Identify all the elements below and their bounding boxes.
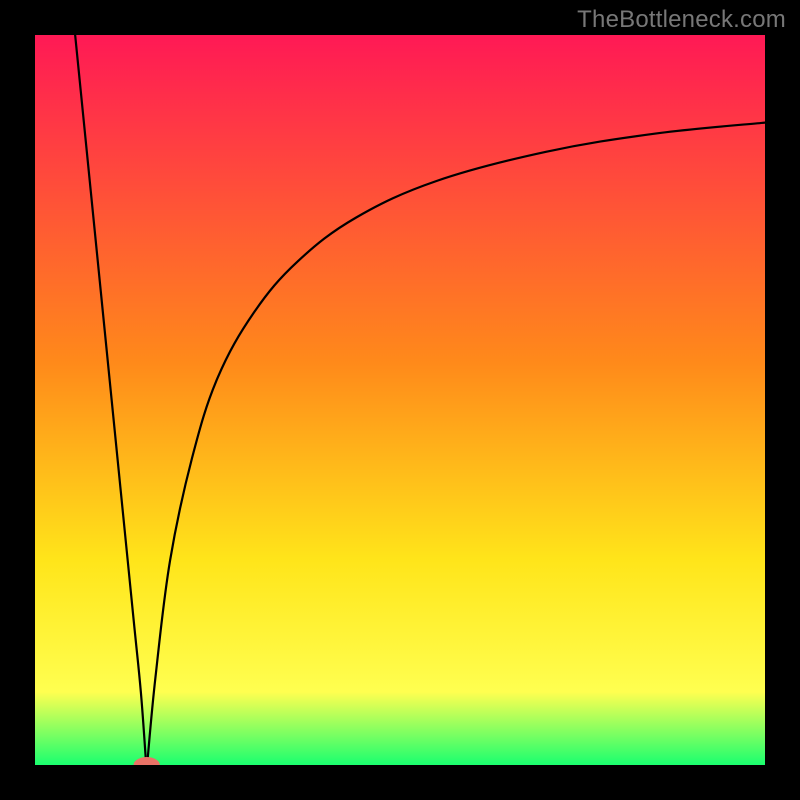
plot-area — [35, 35, 765, 765]
watermark-text: TheBottleneck.com — [577, 6, 786, 34]
chart-svg — [35, 35, 765, 765]
chart-frame: TheBottleneck.com — [0, 0, 800, 800]
gradient-background — [35, 35, 765, 765]
